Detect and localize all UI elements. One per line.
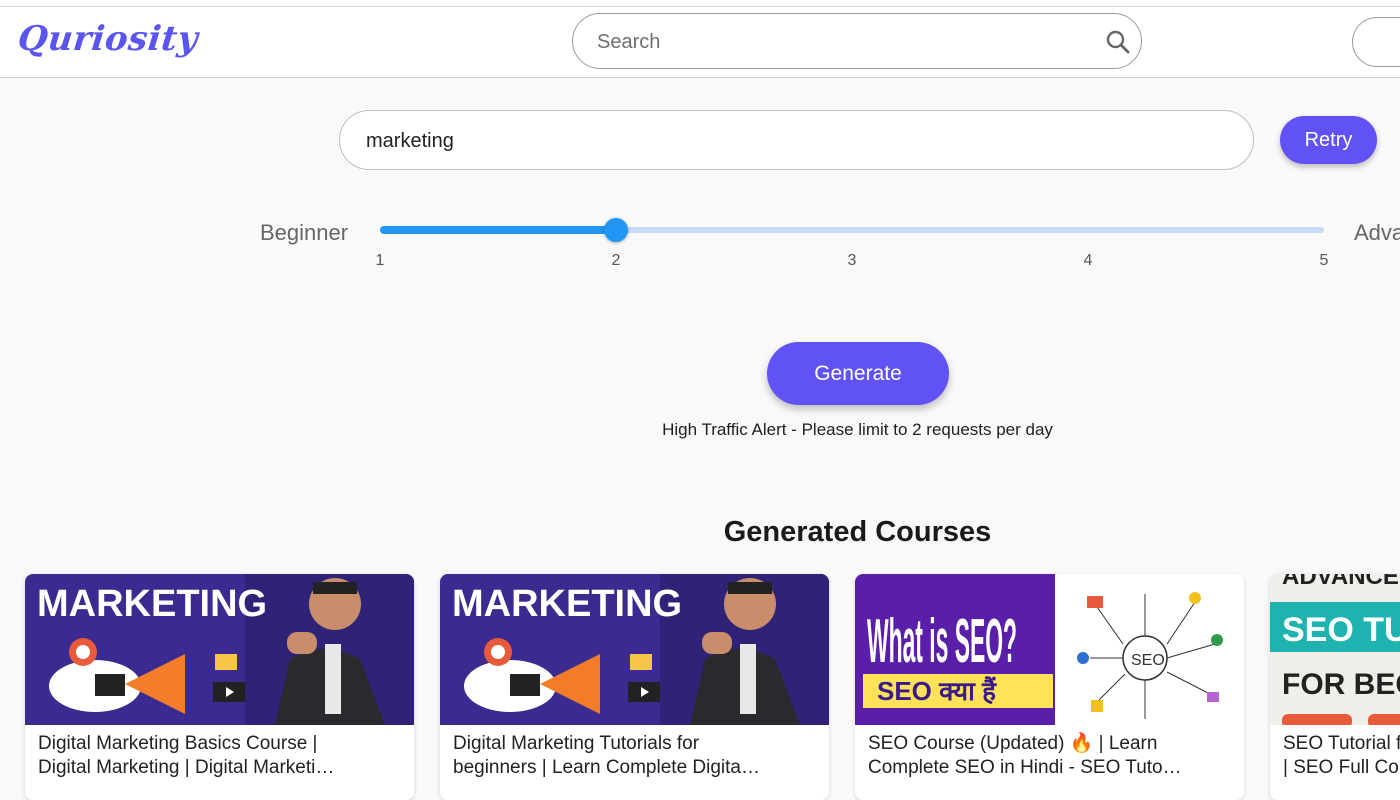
top-border <box>0 0 1400 7</box>
course-title[interactable]: SEO Tutorial f | SEO Full Cou <box>1283 732 1400 780</box>
generate-button[interactable]: Generate <box>767 342 949 405</box>
slider-tick-2: 2 <box>611 252 621 269</box>
course-card[interactable]: MARKETING Digital Marketing Basics Cours… <box>25 574 414 800</box>
thumb-text: What is SEO? <box>867 607 1017 676</box>
course-title[interactable]: SEO Course (Updated) 🔥 | Learn Complete … <box>868 732 1208 780</box>
traffic-alert: High Traffic Alert - Please limit to 2 r… <box>662 420 1053 439</box>
slider-thumb[interactable] <box>604 218 628 242</box>
svg-text:SEO: SEO <box>1131 652 1165 669</box>
app-logo[interactable]: Quriosity <box>16 19 200 59</box>
thumb-text: ADVANCE <box>1282 574 1399 590</box>
thumb-text: MARKETING <box>37 583 267 625</box>
thumb-subtext: SEO क्या हैं <box>877 676 997 706</box>
retry-button[interactable]: Retry <box>1280 116 1377 164</box>
course-thumbnail[interactable]: MARKETING <box>25 574 414 725</box>
course-card[interactable]: MARKETING Digital Marketing Tutorials fo… <box>440 574 829 800</box>
course-thumbnail[interactable]: What is SEO? SEO क्या हैं SEO <box>855 574 1244 725</box>
thumb-subtext-2: FOR BEGI <box>1282 668 1400 701</box>
thumb-text: MARKETING <box>452 583 682 625</box>
topic-input[interactable] <box>364 127 1228 155</box>
slider-fill <box>380 226 616 234</box>
generated-courses-heading: Generated Courses <box>723 516 992 548</box>
slider-tick-4: 4 <box>1083 252 1093 269</box>
thumb-subtext: SEO TU <box>1282 611 1400 649</box>
app-header: Quriosity <box>0 7 1400 78</box>
level-max-label: Adva <box>1354 220 1400 245</box>
course-title[interactable]: Digital Marketing Tutorials for beginner… <box>453 732 793 780</box>
course-thumbnail[interactable]: ADVANCE SEO TU FOR BEGI <box>1270 574 1400 725</box>
search-input[interactable] <box>595 28 1079 56</box>
slider-tick-1: 1 <box>375 252 385 269</box>
course-card[interactable]: What is SEO? SEO क्या हैं SEO SEO Course… <box>855 574 1244 800</box>
slider-tick-3: 3 <box>847 252 857 269</box>
topic-field[interactable] <box>339 110 1254 170</box>
header-account-button[interactable] <box>1352 17 1400 67</box>
search-icon[interactable] <box>1105 29 1131 55</box>
course-thumbnail[interactable]: MARKETING <box>440 574 829 725</box>
course-card[interactable]: ADVANCE SEO TU FOR BEGI SEO Tutorial f |… <box>1270 574 1400 800</box>
level-min-label: Beginner <box>260 220 349 245</box>
slider-tick-5: 5 <box>1319 252 1329 269</box>
course-title[interactable]: Digital Marketing Basics Course | Digita… <box>38 732 378 780</box>
search-bar[interactable] <box>572 13 1142 69</box>
